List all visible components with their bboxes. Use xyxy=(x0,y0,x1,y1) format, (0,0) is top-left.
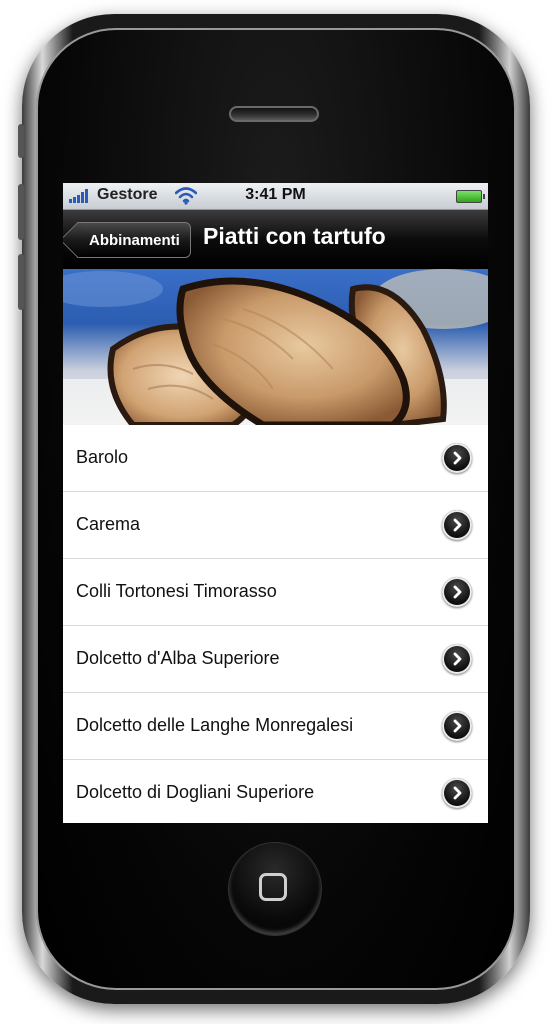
back-button[interactable]: Abbinamenti xyxy=(77,222,191,258)
list-item-label: Dolcetto di Dogliani Superiore xyxy=(76,782,315,802)
chevron-right-circle-icon[interactable] xyxy=(442,644,472,674)
list-item-label: Carema xyxy=(76,514,141,534)
list-item-label: Barolo xyxy=(76,447,129,467)
list-item[interactable]: Barolo xyxy=(63,425,488,492)
volume-down-button xyxy=(18,254,24,310)
navigation-bar: Abbinamenti Piatti con tartufo xyxy=(63,210,488,269)
page-title: Piatti con tartufo xyxy=(203,223,386,249)
back-button-label: Abbinamenti xyxy=(89,232,180,249)
list-item[interactable]: Dolcetto d'Alba Superiore xyxy=(63,626,488,693)
truffle-photo-icon xyxy=(63,269,488,425)
list-item-label: Dolcetto delle Langhe Monregalesi xyxy=(76,715,354,735)
chevron-right-circle-icon[interactable] xyxy=(442,510,472,540)
list-item[interactable]: Carema xyxy=(63,492,488,559)
list-item-label: Dolcetto d'Alba Superiore xyxy=(76,648,280,668)
chevron-right-circle-icon[interactable] xyxy=(442,577,472,607)
home-square-icon xyxy=(259,873,287,901)
chevron-right-circle-icon[interactable] xyxy=(442,443,472,473)
list-item[interactable]: Colli Tortonesi Timorasso xyxy=(63,559,488,626)
chevron-right-circle-icon[interactable] xyxy=(442,711,472,741)
wine-list: Barolo Carema Colli Tortonesi Timorasso … xyxy=(63,425,488,823)
earpiece-speaker xyxy=(229,106,319,122)
volume-up-button xyxy=(18,184,24,240)
list-item-label: Colli Tortonesi Timorasso xyxy=(76,581,277,601)
clock: 3:41 PM xyxy=(245,186,306,203)
status-bar: Gestore 3:41 PM xyxy=(63,183,488,210)
chevron-right-circle-icon[interactable] xyxy=(442,778,472,808)
list-item[interactable]: Dolcetto delle Langhe Monregalesi xyxy=(63,693,488,760)
mute-switch xyxy=(18,124,24,158)
list-item[interactable]: Dolcetto di Dogliani Superiore xyxy=(63,760,488,823)
battery-icon xyxy=(456,190,485,203)
home-button[interactable] xyxy=(229,843,321,935)
truffle-photo xyxy=(63,269,488,425)
app-screen: Gestore 3:41 PM Abbinamenti Piatti con t… xyxy=(63,183,488,823)
